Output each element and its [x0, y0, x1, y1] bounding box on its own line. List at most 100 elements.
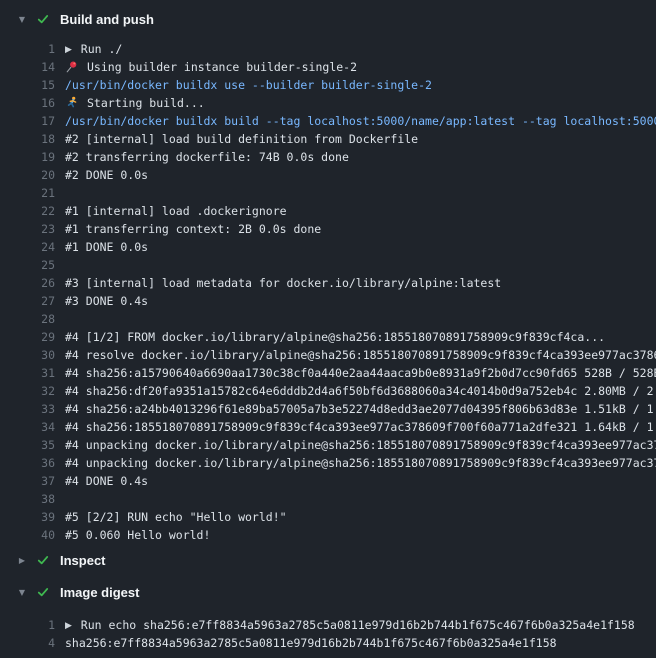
log-line: 27 #3 DONE 0.4s: [0, 292, 656, 310]
line-text: #4 sha256:df20fa9351a15782c64e6dddb2d4a6…: [65, 384, 656, 398]
line-text: #4 sha256:a24bb4013296f61e89ba57005a7b3e…: [65, 402, 656, 416]
log-line: 38: [0, 490, 656, 508]
line-text: /usr/bin/docker buildx use --builder bui…: [65, 78, 432, 92]
line-number[interactable]: 30: [0, 346, 55, 364]
line-number[interactable]: 25: [0, 256, 55, 274]
line-number[interactable]: 39: [0, 508, 55, 526]
line-number[interactable]: 15: [0, 76, 55, 94]
line-number[interactable]: 18: [0, 130, 55, 148]
chevron-down-icon[interactable]: ▼: [17, 15, 27, 24]
section-title: Image digest: [60, 585, 139, 600]
line-number[interactable]: 36: [0, 454, 55, 472]
line-text: #4 unpacking docker.io/library/alpine@sh…: [65, 456, 656, 470]
line-number[interactable]: 33: [0, 400, 55, 418]
log-line: 1 ▶ Run ./: [0, 40, 656, 58]
log-line: 15/usr/bin/docker buildx use --builder b…: [0, 76, 656, 94]
chevron-down-icon[interactable]: ▼: [17, 588, 27, 597]
log-line: 28: [0, 310, 656, 328]
log-line: 21: [0, 184, 656, 202]
line-number[interactable]: 20: [0, 166, 55, 184]
line-number[interactable]: 31: [0, 364, 55, 382]
line-text: #1 [internal] load .dockerignore: [65, 204, 287, 218]
check-icon: [36, 12, 50, 26]
line-text: #4 sha256:185518070891758909c9f839cf4ca3…: [65, 420, 656, 434]
line-number[interactable]: 16: [0, 94, 55, 112]
play-icon[interactable]: ▶: [65, 41, 75, 58]
line-text: #4 unpacking docker.io/library/alpine@sh…: [65, 438, 656, 452]
log-line: 37 #4 DONE 0.4s: [0, 472, 656, 490]
log-line: 30#4 resolve docker.io/library/alpine@sh…: [0, 346, 656, 364]
section-title: Build and push: [60, 12, 154, 27]
line-number[interactable]: 28: [0, 310, 55, 328]
log-line: 16 Starting build...: [0, 94, 656, 112]
line-text: ▶ Run ./: [65, 42, 122, 56]
log-line: 22 #1 [internal] load .dockerignore: [0, 202, 656, 220]
line-text: #4 [1/2] FROM docker.io/library/alpine@s…: [65, 330, 605, 344]
line-number[interactable]: 35: [0, 436, 55, 454]
line-text: #2 transferring dockerfile: 74B 0.0s don…: [65, 150, 349, 164]
actions-log-viewer[interactable]: ▼ Build and push 1▶ Run ./ 14Using build…: [0, 0, 656, 658]
line-number[interactable]: 14: [0, 58, 55, 76]
line-text: Using builder instance builder-single-2: [65, 60, 357, 74]
line-number[interactable]: 22: [0, 202, 55, 220]
line-text: #2 DONE 0.0s: [65, 168, 148, 182]
line-text: #4 sha256:a15790640a6690aa1730c38cf0a440…: [65, 366, 656, 380]
log-line: 35 #4 unpacking docker.io/library/alpine@…: [0, 436, 656, 454]
line-number[interactable]: 34: [0, 418, 55, 436]
log-line: 36 #4 unpacking docker.io/library/alpine@…: [0, 454, 656, 472]
log-line: 4sha256:e7ff8834a5963a2785c5a0811e979d16…: [0, 634, 656, 652]
section-image-digest: ▼ Image digest 1▶ Run echo sha256:e7ff88…: [0, 581, 656, 652]
line-text: #5 [2/2] RUN echo "Hello world!": [65, 510, 287, 524]
log-line: 33 #4 sha256:a24bb4013296f61e89ba57005a7b…: [0, 400, 656, 418]
play-icon[interactable]: ▶: [65, 617, 75, 634]
line-text: #4 DONE 0.4s: [65, 474, 148, 488]
chevron-right-icon[interactable]: ▶: [17, 556, 27, 565]
log-line: 18 #2 [internal] load build definition fr…: [0, 130, 656, 148]
log-line: 29 #4 [1/2] FROM docker.io/library/alpine…: [0, 328, 656, 346]
log-line: 14 Using builder instance builder-single-…: [0, 58, 656, 76]
log-line: 39 #5 [2/2] RUN echo "Hello world!": [0, 508, 656, 526]
log-line: 1▶ Run echo sha256:e7ff8834a5963a2785c5a…: [0, 616, 656, 634]
log-line: 17/usr/bin/docker buildx build --tag loc…: [0, 112, 656, 130]
line-text: #5 0.060 Hello world!: [65, 528, 210, 542]
section-header[interactable]: ▼ Build and push: [0, 8, 656, 30]
line-text: /usr/bin/docker buildx build --tag local…: [65, 114, 656, 128]
line-text: #3 [internal] load metadata for docker.i…: [65, 276, 501, 290]
log-line: 31 #4 sha256:a15790640a6690aa1730c38cf0a4…: [0, 364, 656, 382]
line-text: Starting build...: [65, 96, 205, 110]
check-icon: [36, 585, 50, 599]
log-line: 34 #4 sha256:185518070891758909c9f839cf4c…: [0, 418, 656, 436]
log-line: 20 #2 DONE 0.0s: [0, 166, 656, 184]
line-number[interactable]: 26: [0, 274, 55, 292]
line-number[interactable]: 40: [0, 526, 55, 544]
line-text: #1 DONE 0.0s: [65, 240, 148, 254]
line-number[interactable]: 32: [0, 382, 55, 400]
line-number[interactable]: 17: [0, 112, 55, 130]
line-number[interactable]: 38: [0, 490, 55, 508]
log-line: 40 #5 0.060 Hello world!: [0, 526, 656, 544]
log-line: 32 #4 sha256:df20fa9351a15782c64e6dddb2d4…: [0, 382, 656, 400]
section-lines: 1▶ Run echo sha256:e7ff8834a5963a2785c5a…: [0, 616, 656, 652]
section-header[interactable]: ▶ Inspect: [0, 549, 656, 571]
runner-icon: [65, 96, 78, 109]
line-number[interactable]: 1: [0, 616, 55, 634]
log-line: 26 #3 [internal] load metadata for docker…: [0, 274, 656, 292]
line-text: #2 [internal] load build definition from…: [65, 132, 418, 146]
line-number[interactable]: 27: [0, 292, 55, 310]
line-number[interactable]: 24: [0, 238, 55, 256]
line-number[interactable]: 21: [0, 184, 55, 202]
line-text: #3 DONE 0.4s: [65, 294, 148, 308]
line-number[interactable]: 19: [0, 148, 55, 166]
line-number[interactable]: 1: [0, 40, 55, 58]
log-line: 19 #2 transferring dockerfile: 74B 0.0s d…: [0, 148, 656, 166]
line-number[interactable]: 37: [0, 472, 55, 490]
line-text: #1 transferring context: 2B 0.0s done: [65, 222, 321, 236]
check-icon: [36, 553, 50, 567]
section-header[interactable]: ▼ Image digest: [0, 581, 656, 603]
section-inspect: ▶ Inspect: [0, 549, 656, 571]
log-line: 23 #1 transferring context: 2B 0.0s done: [0, 220, 656, 238]
line-number[interactable]: 29: [0, 328, 55, 346]
line-number[interactable]: 23: [0, 220, 55, 238]
line-number[interactable]: 4: [0, 634, 55, 652]
section-title: Inspect: [60, 553, 106, 568]
